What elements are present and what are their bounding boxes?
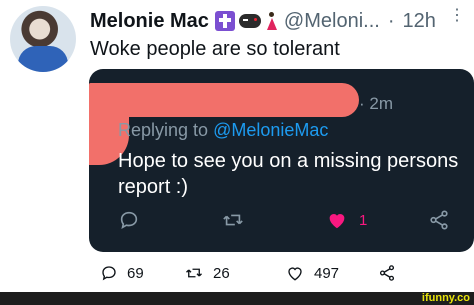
- cross-emoji-icon: [214, 11, 235, 31]
- share-icon[interactable]: [428, 209, 450, 231]
- reply-time: · 2m: [359, 94, 393, 113]
- replying-prefix: Replying to: [118, 120, 209, 140]
- reply-icon[interactable]: [118, 209, 140, 231]
- like-count: 1: [359, 211, 368, 229]
- retweet-icon: [186, 268, 202, 278]
- retweet-icon[interactable]: [221, 209, 245, 231]
- reply-text-line: Hope to see you on a missing persons: [118, 150, 459, 172]
- replying-mention[interactable]: @MelonieMac: [213, 120, 328, 140]
- tweet-action-bar: 69 26 497: [0, 260, 474, 290]
- tweet-header: Melonie Mac @Meloni... · 12h: [90, 10, 470, 32]
- share-icon[interactable]: [378, 264, 396, 282]
- dancer-emoji-icon: [266, 12, 277, 30]
- embedded-action-bar: 1: [89, 209, 474, 239]
- redaction-mark: [89, 83, 359, 117]
- like-count: 497: [314, 264, 340, 282]
- separator: ·: [387, 9, 395, 32]
- embedded-reply-screenshot: · 2m Replying to @MelonieMac Hope to see…: [89, 69, 474, 252]
- watermark: ifunny.co: [421, 292, 470, 304]
- reply-text-line: report :): [118, 176, 189, 198]
- tweet-time[interactable]: 12h: [402, 10, 435, 33]
- author-name[interactable]: Melonie Mac: [90, 10, 209, 33]
- like-icon: [288, 267, 302, 281]
- reply-button[interactable]: 69: [100, 264, 144, 282]
- gamepad-emoji-icon: [238, 14, 261, 28]
- footer-bar: ifunny.co: [0, 292, 474, 305]
- like-button[interactable]: 1: [325, 209, 367, 231]
- reply-text: Hope to see you on a missing persons rep…: [118, 148, 474, 200]
- reply-icon: [102, 266, 116, 281]
- retweet-count: 26: [213, 264, 230, 282]
- replying-to: Replying to @MelonieMac: [118, 120, 328, 141]
- like-icon: [329, 214, 345, 229]
- tweet-text: Woke people are so tolerant: [90, 38, 340, 60]
- avatar-shirt: [18, 46, 68, 72]
- author-handle[interactable]: @Meloni...: [284, 10, 380, 33]
- like-button[interactable]: 497: [285, 264, 339, 282]
- avatar[interactable]: [10, 6, 76, 72]
- reply-count: 69: [127, 264, 144, 282]
- retweet-button[interactable]: 26: [184, 264, 230, 282]
- more-icon[interactable]: ⋮: [449, 8, 465, 24]
